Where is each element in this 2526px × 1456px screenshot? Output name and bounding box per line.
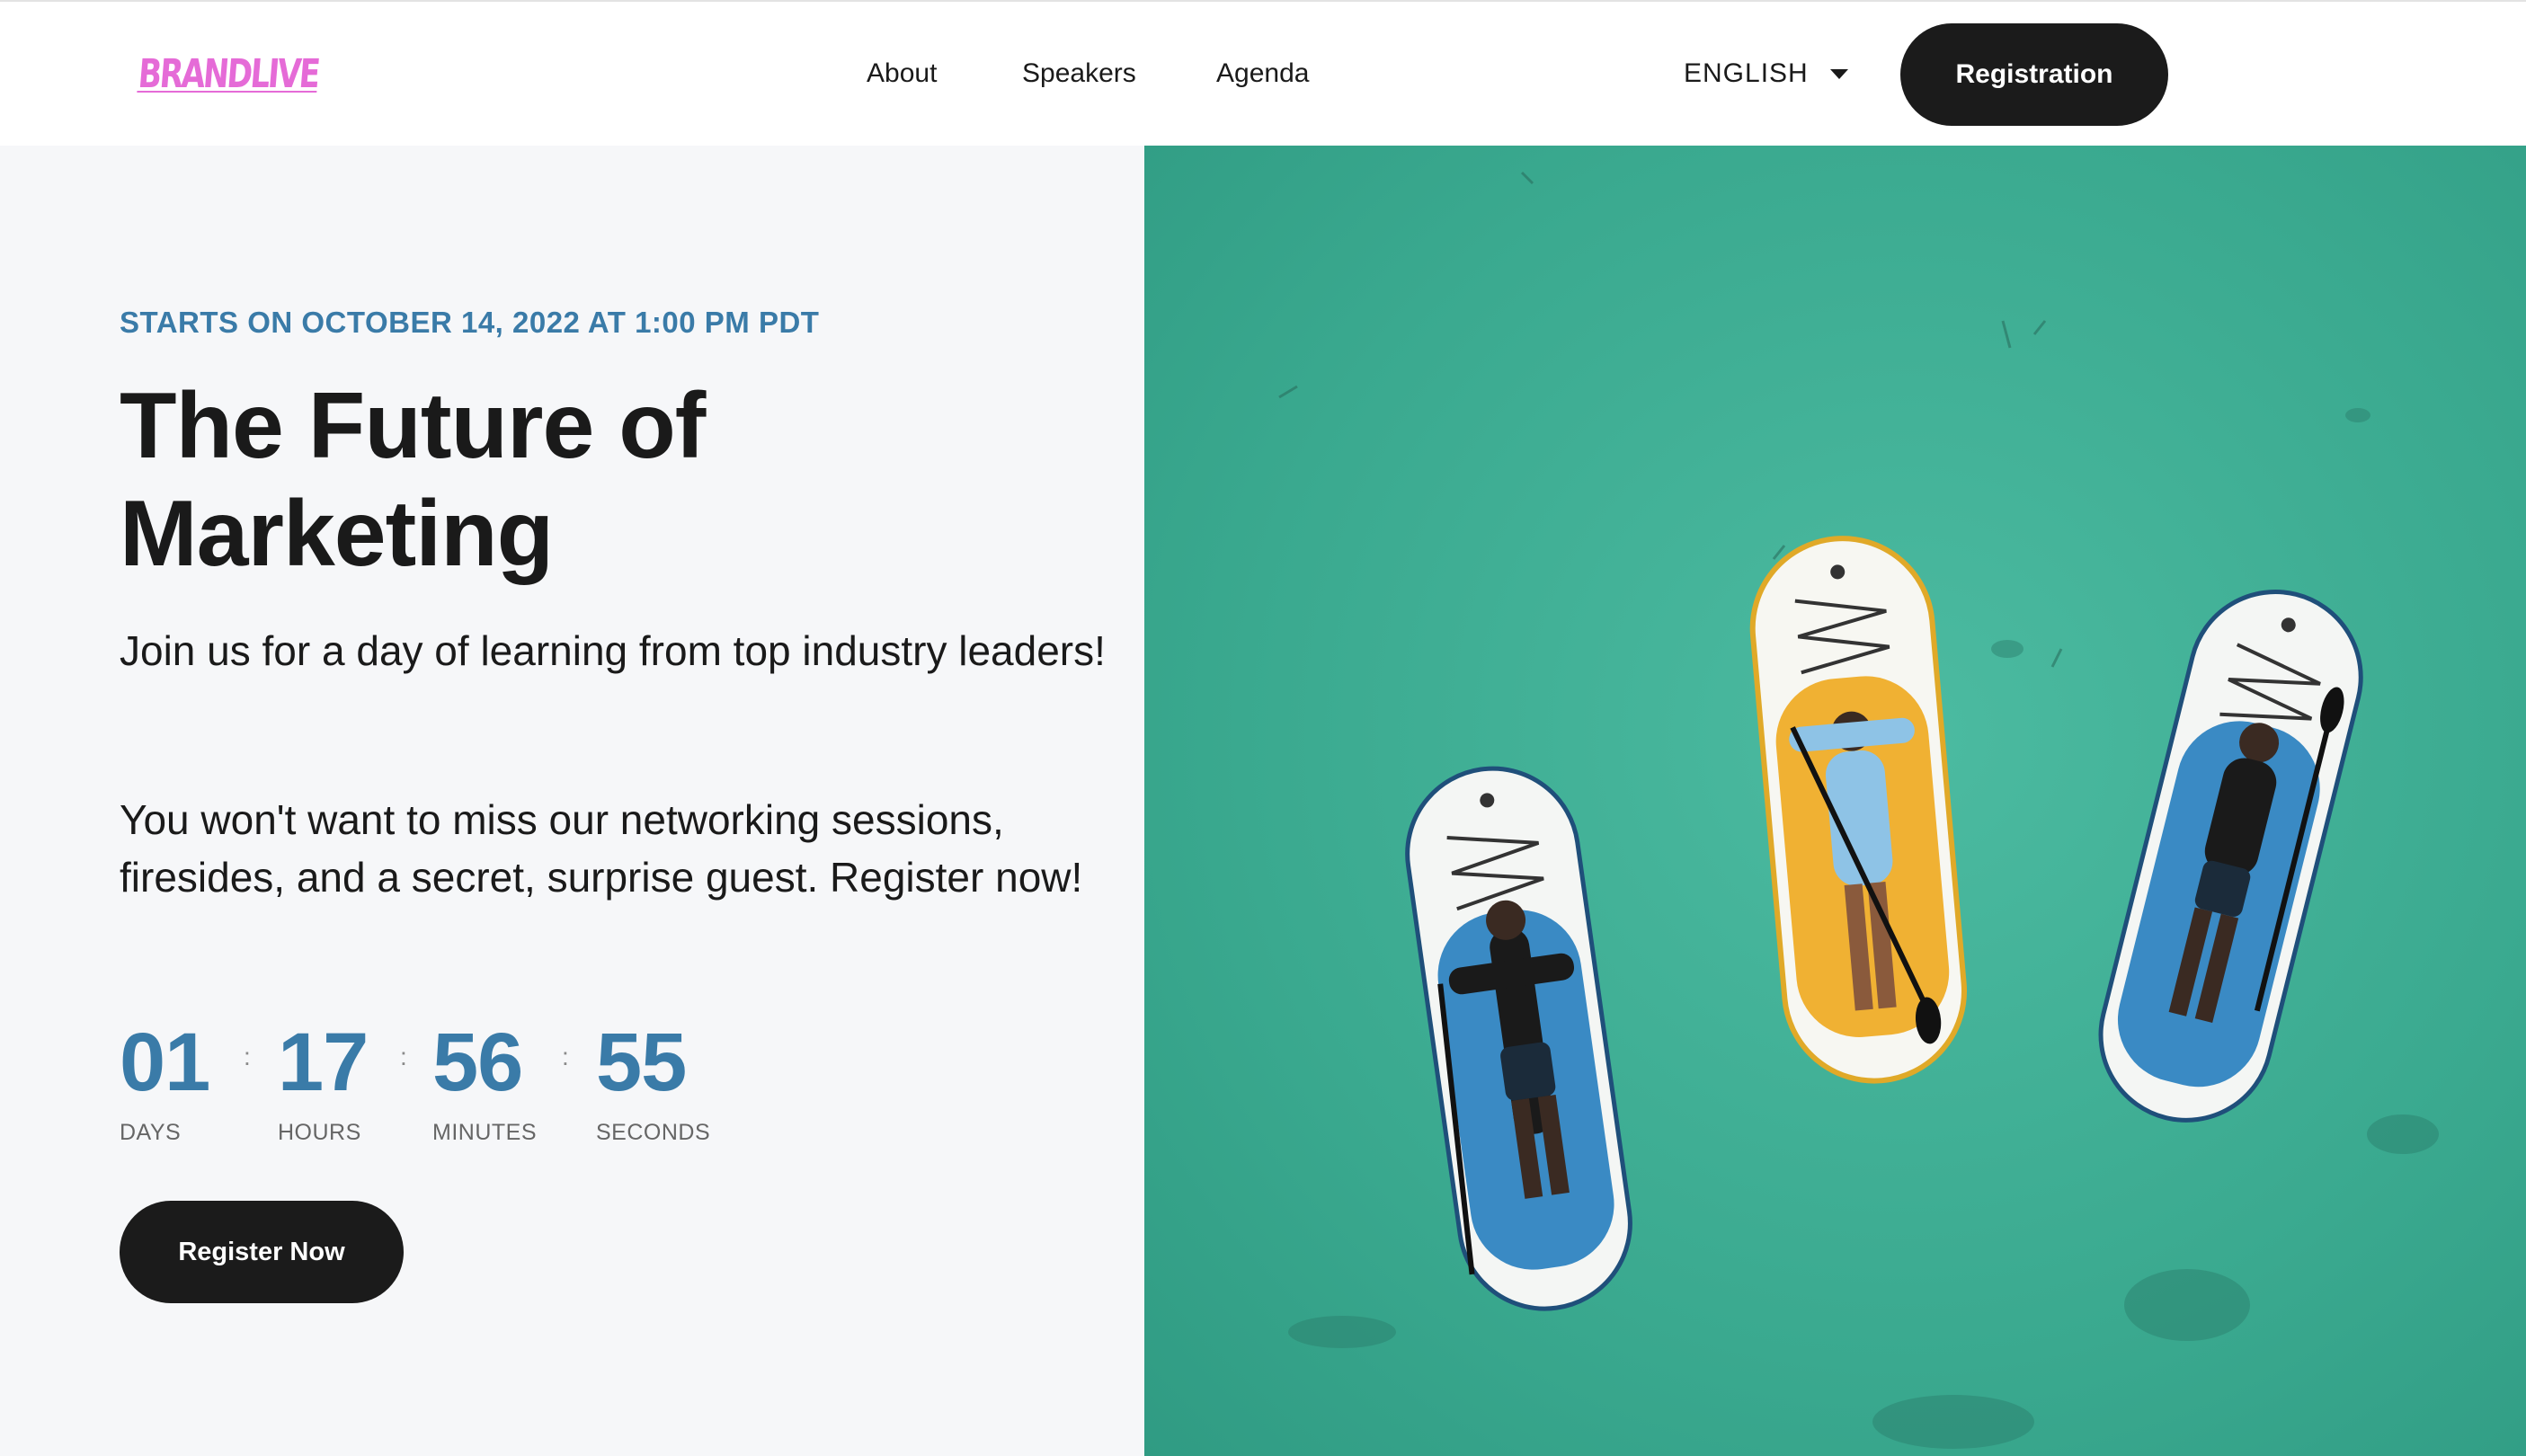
hero-description-text: You won't want to miss our networking se…	[120, 796, 1083, 901]
language-label: ENGLISH	[1684, 58, 1809, 88]
nav-link-speakers[interactable]: Speakers	[1022, 54, 1136, 93]
page-title: The Future of Marketing	[120, 374, 706, 586]
event-start-date: STARTS ON OCTOBER 14, 2022 AT 1:00 PM PD…	[120, 306, 820, 339]
language-selector[interactable]: ENGLISH	[1684, 54, 1848, 93]
countdown-separator: :	[400, 1043, 407, 1070]
brand-logo-text: BRANDLIVE	[136, 50, 321, 97]
countdown-days-label: DAYS	[120, 1120, 182, 1145]
hero-image	[1144, 146, 2526, 1456]
countdown-hours: 17 HOURS	[278, 1017, 369, 1146]
countdown-seconds-label: SECONDS	[596, 1120, 711, 1145]
countdown-separator: :	[244, 1043, 251, 1070]
hero-panel: STARTS ON OCTOBER 14, 2022 AT 1:00 PM PD…	[0, 146, 1144, 1456]
paddle-board-photo	[1144, 146, 2526, 1456]
nav-link-about[interactable]: About	[867, 54, 937, 93]
site-header: BRANDLIVE About Speakers Agenda ENGLISH …	[0, 2, 2526, 146]
brand-logo[interactable]: BRANDLIVE	[136, 49, 369, 99]
countdown-minutes-label: MINUTES	[432, 1120, 537, 1145]
countdown-seconds-value: 55	[596, 1017, 687, 1108]
countdown-hours-value: 17	[278, 1017, 369, 1108]
countdown-separator: :	[562, 1043, 569, 1070]
countdown-hours-label: HOURS	[278, 1120, 361, 1145]
register-now-button[interactable]: Register Now	[120, 1201, 404, 1303]
hero-intro-text: Join us for a day of learning from top i…	[120, 627, 1106, 674]
countdown-minutes: 56 MINUTES	[432, 1017, 537, 1146]
countdown-days-value: 01	[120, 1017, 210, 1108]
nav-link-agenda[interactable]: Agenda	[1216, 54, 1309, 93]
caret-down-icon	[1829, 68, 1848, 79]
countdown-minutes-value: 56	[432, 1017, 523, 1108]
countdown-days: 01 DAYS	[120, 1017, 210, 1146]
registration-button[interactable]: Registration	[1900, 23, 2168, 126]
countdown-seconds: 55 SECONDS	[596, 1017, 710, 1146]
